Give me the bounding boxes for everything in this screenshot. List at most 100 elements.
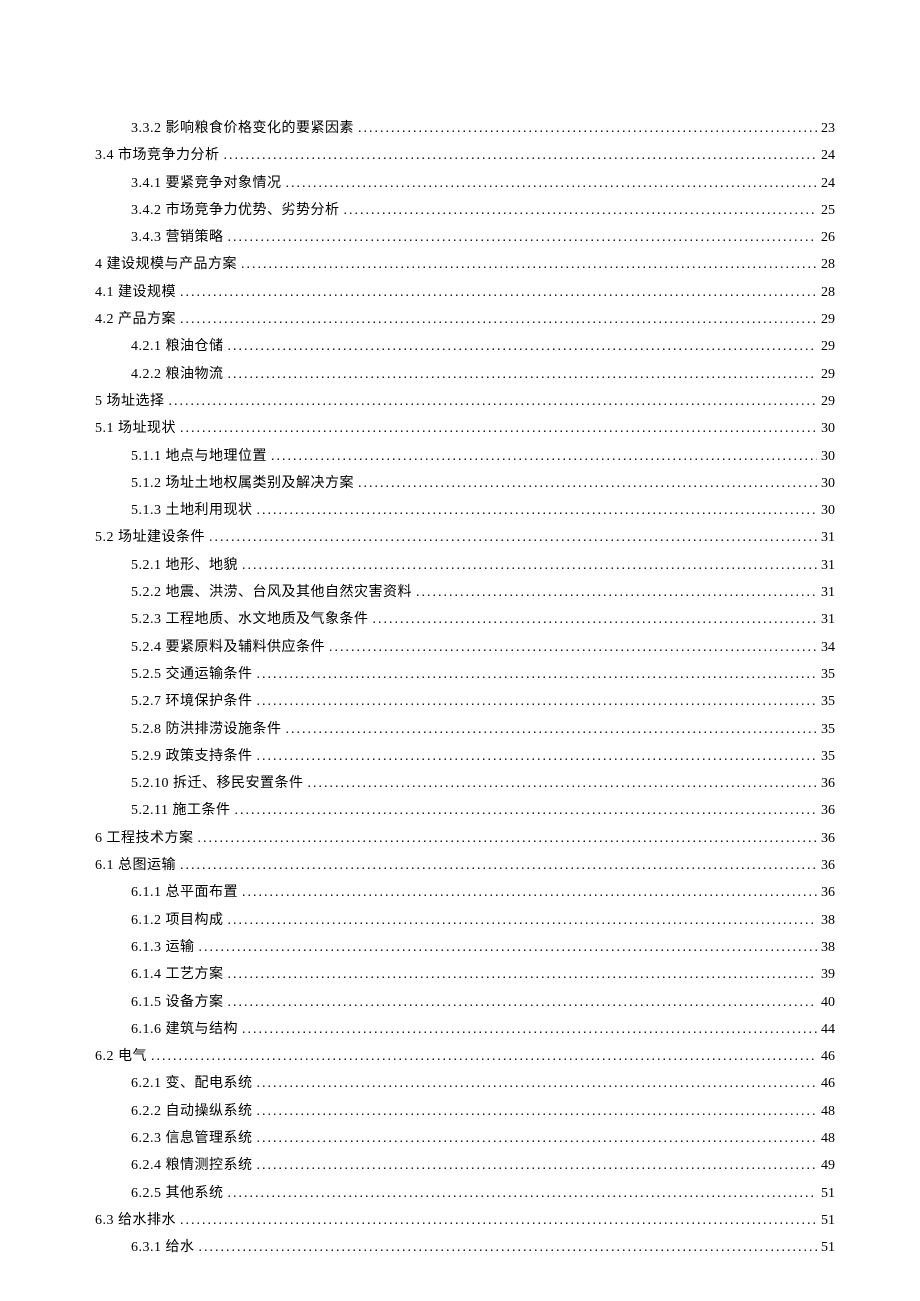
toc-leader-dots [253,497,818,524]
toc-entry-page: 39 [817,961,835,988]
toc-entry[interactable]: 6.2 电气46 [95,1043,835,1070]
toc-entry-label: 5.2.5 交通运输条件 [131,661,253,688]
toc-entry[interactable]: 5.2.1 地形、地貌31 [131,552,835,579]
toc-entry-page: 23 [817,115,835,142]
toc-entry-label: 6.2.1 变、配电系统 [131,1070,253,1097]
toc-entry-label: 6.3.1 给水 [131,1234,195,1261]
toc-entry-page: 40 [817,989,835,1016]
toc-entry-page: 49 [817,1152,835,1179]
toc-entry[interactable]: 5.1.3 土地利用现状30 [131,497,835,524]
toc-entry-label: 3.4.2 市场竞争力优势、劣势分析 [131,197,340,224]
toc-entry[interactable]: 6.2.2 自动操纵系统48 [131,1098,835,1125]
toc-entry[interactable]: 5.1.1 地点与地理位置30 [131,443,835,470]
toc-entry-label: 6.2.2 自动操纵系统 [131,1098,253,1125]
toc-entry-label: 6.3 给水排水 [95,1207,176,1234]
toc-entry-page: 35 [817,743,835,770]
toc-leader-dots [325,634,817,661]
toc-entry[interactable]: 3.4 市场竞争力分析24 [95,142,835,169]
toc-leader-dots [340,197,818,224]
toc-leader-dots [147,1043,817,1070]
toc-entry[interactable]: 5.2.7 环境保护条件35 [131,688,835,715]
toc-entry[interactable]: 6.3.1 给水51 [131,1234,835,1261]
toc-leader-dots [369,606,818,633]
toc-entry-page: 35 [817,661,835,688]
toc-leader-dots [176,279,817,306]
toc-leader-dots [354,470,817,497]
toc-entry-label: 5.2.1 地形、地貌 [131,552,238,579]
toc-entry-label: 6.1 总图运输 [95,852,176,879]
toc-entry[interactable]: 3.4.1 要紧竞争对象情况24 [131,170,835,197]
toc-entry[interactable]: 4.2.1 粮油仓储29 [131,333,835,360]
toc-leader-dots [238,1016,817,1043]
toc-entry[interactable]: 4.1 建设规模28 [95,279,835,306]
toc-entry[interactable]: 6.3 给水排水51 [95,1207,835,1234]
toc-leader-dots [253,1070,818,1097]
toc-entry-page: 44 [817,1016,835,1043]
toc-entry[interactable]: 5.2.9 政策支持条件35 [131,743,835,770]
toc-entry-page: 35 [817,688,835,715]
toc-entry-page: 46 [817,1070,835,1097]
toc-entry[interactable]: 6 工程技术方案 36 [95,825,835,852]
toc-entry-page: 24 [817,142,835,169]
toc-entry-label: 4.2.1 粮油仓储 [131,333,224,360]
toc-entry[interactable]: 4 建设规模与产品方案28 [95,251,835,278]
toc-entry[interactable]: 5.2.2 地震、洪涝、台风及其他自然灾害资料31 [131,579,835,606]
toc-entry[interactable]: 6.1.6 建筑与结构44 [131,1016,835,1043]
toc-entry[interactable]: 5.2.4 要紧原料及辅料供应条件34 [131,634,835,661]
toc-entry-label: 3.4.1 要紧竞争对象情况 [131,170,282,197]
toc-entry[interactable]: 5.2.11 施工条件36 [131,797,835,824]
toc-entry[interactable]: 5.2.3 工程地质、水文地质及气象条件31 [131,606,835,633]
toc-entry-label: 4.2.2 粮油物流 [131,361,224,388]
toc-entry-page: 30 [817,470,835,497]
toc-leader-dots [194,825,818,852]
toc-entry[interactable]: 5.2.5 交通运输条件 35 [131,661,835,688]
toc-entry-page: 31 [817,579,835,606]
toc-entry[interactable]: 6.2.5 其他系统51 [131,1180,835,1207]
toc-leader-dots [253,661,818,688]
toc-leader-dots [176,415,817,442]
toc-entry-label: 6.2.4 粮情测控系统 [131,1152,253,1179]
toc-entry[interactable]: 4.2.2 粮油物流29 [131,361,835,388]
toc-entry-page: 36 [817,770,835,797]
toc-entry-label: 5.2 场址建设条件 [95,524,205,551]
toc-entry[interactable]: 6.1.5 设备方案 40 [131,989,835,1016]
toc-entry[interactable]: 6.2.4 粮情测控系统 49 [131,1152,835,1179]
toc-entry-label: 5.1 场址现状 [95,415,176,442]
toc-entry-page: 36 [817,797,835,824]
toc-entry-page: 36 [817,852,835,879]
toc-entry-label: 6.1.1 总平面布置 [131,879,238,906]
toc-leader-dots [224,907,818,934]
toc-entry-label: 5.2.10 拆迁、移民安置条件 [131,770,304,797]
toc-entry[interactable]: 6.1 总图运输 36 [95,852,835,879]
toc-entry-label: 6.2.5 其他系统 [131,1180,224,1207]
toc-entry[interactable]: 6.2.3 信息管理系统48 [131,1125,835,1152]
toc-entry[interactable]: 5.2.8 防洪排涝设施条件35 [131,716,835,743]
toc-entry[interactable]: 5.2 场址建设条件31 [95,524,835,551]
toc-leader-dots [237,251,817,278]
toc-entry[interactable]: 6.1.2 项目构成38 [131,907,835,934]
toc-leader-dots [224,333,818,360]
toc-entry[interactable]: 3.4.2 市场竞争力优势、劣势分析25 [131,197,835,224]
toc-entry-label: 5.1.3 土地利用现状 [131,497,253,524]
toc-entry[interactable]: 6.1.1 总平面布置36 [131,879,835,906]
toc-entry[interactable]: 6.1.4 工艺方案39 [131,961,835,988]
toc-entry[interactable]: 5 场址选择29 [95,388,835,415]
toc-entry[interactable]: 6.1.3 运输38 [131,934,835,961]
toc-entry-label: 5.2.4 要紧原料及辅料供应条件 [131,634,325,661]
toc-leader-dots [224,989,818,1016]
toc-entry[interactable]: 6.2.1 变、配电系统 46 [131,1070,835,1097]
toc-leader-dots [253,1125,818,1152]
toc-entry-label: 6.1.3 运输 [131,934,195,961]
toc-entry[interactable]: 5.1 场址现状30 [95,415,835,442]
toc-entry-page: 36 [817,825,835,852]
toc-entry[interactable]: 5.2.10 拆迁、移民安置条件 36 [131,770,835,797]
toc-entry-label: 6.1.5 设备方案 [131,989,224,1016]
toc-entry[interactable]: 5.1.2 场址土地权属类别及解决方案30 [131,470,835,497]
toc-entry[interactable]: 3.3.2 影响粮食价格变化的要紧因素 23 [131,115,835,142]
toc-leader-dots [224,361,818,388]
toc-entry-label: 6 工程技术方案 [95,825,194,852]
toc-entry[interactable]: 3.4.3 营销策略26 [131,224,835,251]
toc-leader-dots [195,934,818,961]
toc-entry[interactable]: 4.2 产品方案29 [95,306,835,333]
toc-entry-label: 3.3.2 影响粮食价格变化的要紧因素 [131,115,354,142]
